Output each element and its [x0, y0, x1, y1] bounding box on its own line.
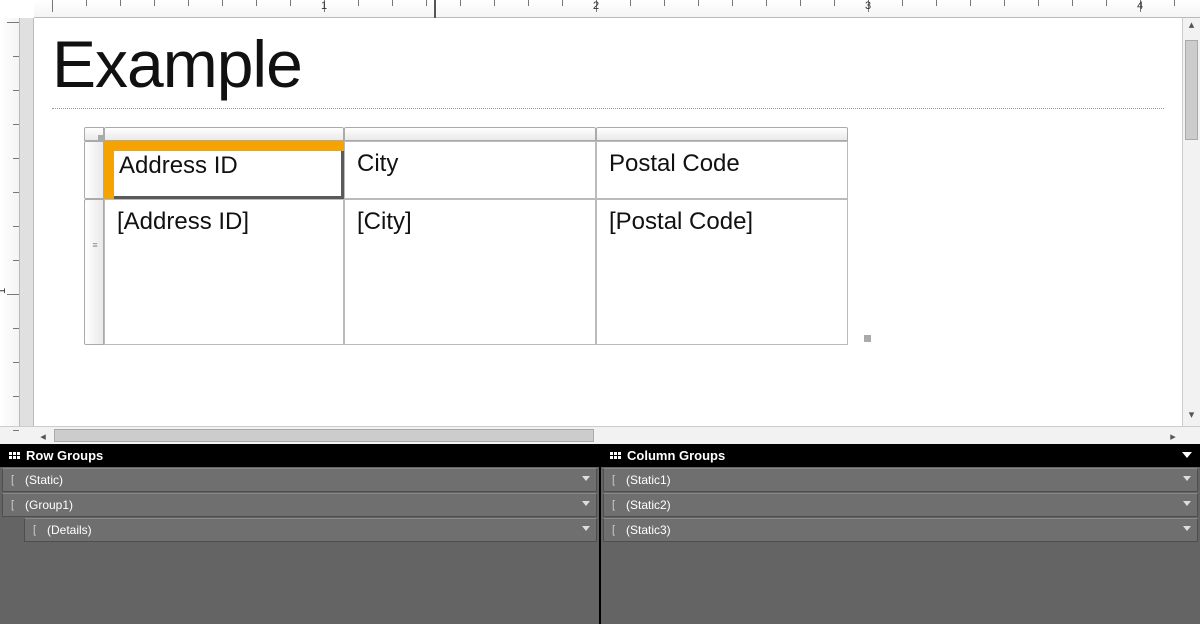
- row-groups-label: Row Groups: [26, 448, 103, 463]
- tablix-data-row: ≡ [Address ID] [City] [Postal Code]: [84, 199, 1164, 345]
- row-groups-header[interactable]: Row Groups: [0, 444, 599, 467]
- row-handle[interactable]: [84, 141, 104, 199]
- bracket-icon: [: [612, 499, 622, 511]
- header-cell-selected[interactable]: Address ID: [104, 141, 344, 199]
- grid-icon: [609, 452, 621, 460]
- scroll-down-arrow-icon[interactable]: ▾: [1183, 408, 1200, 426]
- report-body: Example Address ID City: [34, 18, 1182, 353]
- grouping-panel: Row Groups [ (Static) [ (Group1) [ (Details…: [0, 444, 1200, 624]
- chevron-down-icon[interactable]: [1183, 476, 1191, 481]
- chevron-down-icon[interactable]: [582, 501, 590, 506]
- row-handle[interactable]: ≡: [84, 199, 104, 345]
- bracket-icon: [: [33, 524, 43, 536]
- scroll-thumb[interactable]: [1185, 40, 1198, 140]
- scroll-left-arrow-icon[interactable]: ◂: [34, 428, 52, 446]
- header-cell[interactable]: City: [344, 141, 596, 199]
- design-gutter: [20, 18, 34, 426]
- grid-icon: [8, 452, 20, 460]
- data-cell[interactable]: [Postal Code]: [596, 199, 848, 345]
- row-groups-column: Row Groups [ (Static) [ (Group1) [ (Details…: [0, 444, 599, 624]
- chevron-down-icon[interactable]: [582, 526, 590, 531]
- report-designer: 1234 1 Example: [0, 0, 1200, 624]
- group-item-label: (Static1): [626, 473, 671, 487]
- tablix[interactable]: Address ID City Postal Code ≡ [Address I…: [84, 127, 1164, 345]
- group-item-label: (Static3): [626, 523, 671, 537]
- group-item[interactable]: [ (Static3): [603, 518, 1198, 542]
- row-grip-icon: ≡: [85, 240, 103, 250]
- title-divider: [52, 108, 1164, 109]
- chevron-down-icon[interactable]: [1183, 526, 1191, 531]
- vertical-ruler[interactable]: 1: [0, 18, 20, 426]
- report-title[interactable]: Example: [52, 26, 1164, 102]
- row-groups-list: [ (Static) [ (Group1) [ (Details): [0, 467, 599, 624]
- tablix-column-handles: [104, 127, 848, 141]
- column-groups-list: [ (Static1) [ (Static2) [ (Static3): [601, 467, 1200, 624]
- column-groups-header[interactable]: Column Groups: [601, 444, 1200, 467]
- column-handle[interactable]: [596, 127, 848, 141]
- bracket-icon: [: [612, 474, 622, 486]
- vertical-scrollbar[interactable]: ▴ ▾: [1182, 18, 1200, 426]
- group-item[interactable]: [ (Details): [24, 518, 597, 542]
- bracket-icon: [: [11, 499, 21, 511]
- design-canvas[interactable]: Example Address ID City: [34, 18, 1182, 426]
- data-cell[interactable]: [City]: [344, 199, 596, 345]
- bracket-icon: [: [612, 524, 622, 536]
- column-groups-column: Column Groups [ (Static1) [ (Static2) [ (St…: [599, 444, 1200, 624]
- group-item[interactable]: [ (Group1): [2, 493, 597, 517]
- design-surface-row: 1 Example Add: [0, 18, 1200, 426]
- chevron-down-icon[interactable]: [1183, 501, 1191, 506]
- column-groups-label: Column Groups: [627, 448, 725, 463]
- bracket-icon: [: [11, 474, 21, 486]
- horizontal-scrollbar[interactable]: ◂ ▸: [34, 427, 1182, 444]
- group-item-label: (Details): [47, 523, 92, 537]
- chevron-down-icon[interactable]: [582, 476, 590, 481]
- scroll-up-arrow-icon[interactable]: ▴: [1183, 18, 1200, 36]
- column-handle[interactable]: [344, 127, 596, 141]
- horizontal-ruler[interactable]: 1234: [34, 0, 1200, 18]
- group-item[interactable]: [ (Static1): [603, 468, 1198, 492]
- ruler-marker[interactable]: [434, 0, 436, 18]
- selection-grip[interactable]: [98, 135, 105, 142]
- group-item-label: (Static): [25, 473, 63, 487]
- selection-grip[interactable]: [864, 335, 871, 342]
- group-item[interactable]: [ (Static2): [603, 493, 1198, 517]
- horizontal-scrollbar-row: ◂ ▸: [0, 426, 1200, 444]
- panel-menu-icon[interactable]: [1182, 452, 1192, 458]
- scroll-thumb[interactable]: [54, 429, 594, 442]
- group-item-label: (Static2): [626, 498, 671, 512]
- header-cell[interactable]: Postal Code: [596, 141, 848, 199]
- column-handle[interactable]: [104, 127, 344, 141]
- group-item[interactable]: [ (Static): [2, 468, 597, 492]
- group-item-label: (Group1): [25, 498, 73, 512]
- scroll-right-arrow-icon[interactable]: ▸: [1164, 427, 1182, 445]
- tablix-header-row: Address ID City Postal Code: [84, 141, 1164, 199]
- data-cell[interactable]: [Address ID]: [104, 199, 344, 345]
